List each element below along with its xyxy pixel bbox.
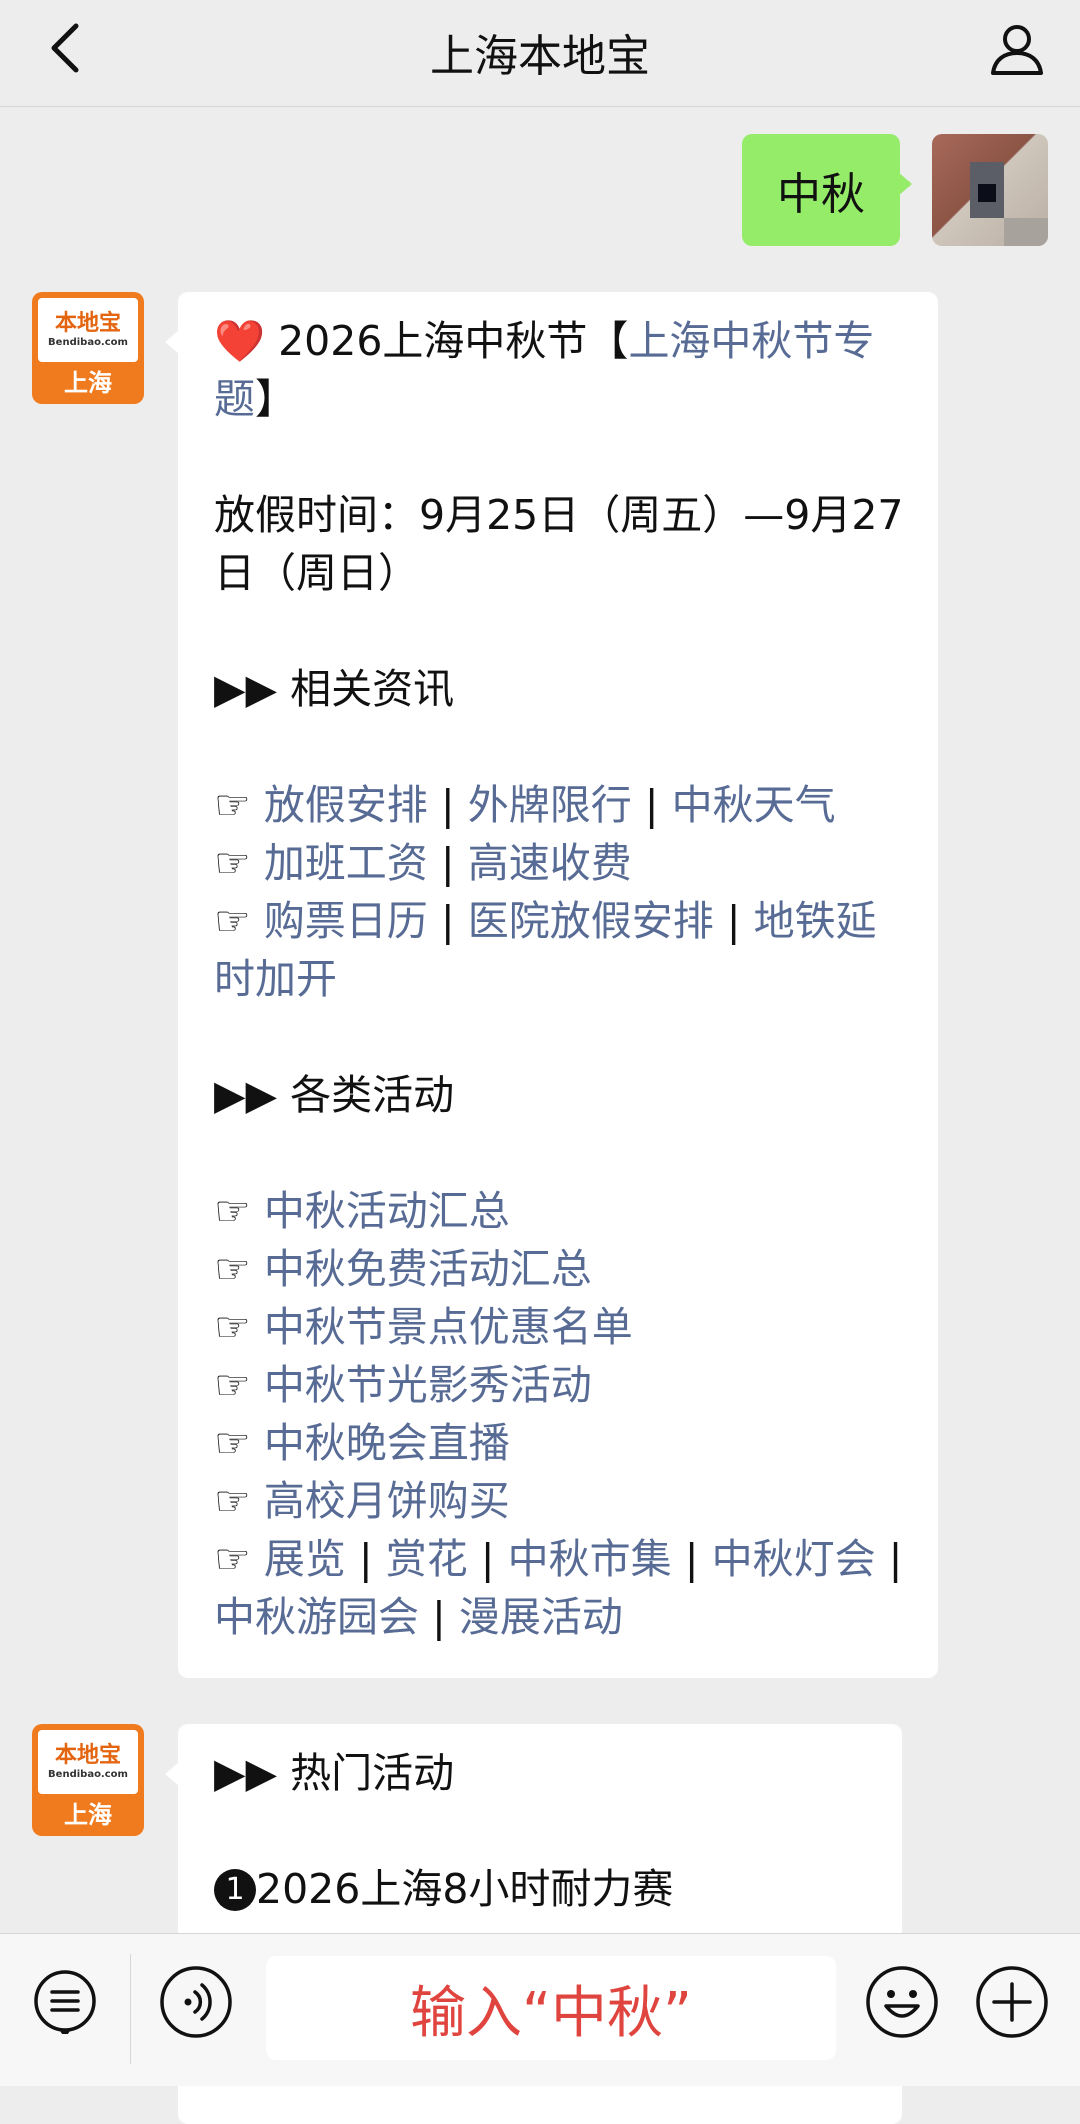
outgoing-message[interactable]: 中秋 <box>742 134 912 246</box>
activity-row: ☞ 展览 | 赏花 | 中秋市集 | 中秋灯会 | 中秋游园会 | 漫展活动 <box>214 1530 912 1646</box>
person-icon <box>991 25 1043 75</box>
pointer-icon: ☞ <box>214 1187 251 1235</box>
bot-brand: 本地宝 <box>54 311 121 336</box>
section-heading: ▶▶ 相关资讯 <box>214 665 455 713</box>
avatar-pixel <box>978 184 996 202</box>
activity-link[interactable]: 中秋灯会 <box>712 1535 876 1583</box>
pointer-icon: ☞ <box>214 1303 251 1351</box>
hot-activity-item[interactable]: 1 2026上海8小时耐力赛 <box>214 1860 876 1918</box>
avatar-pixel <box>1004 218 1048 246</box>
activity-link[interactable]: 中秋免费活动汇总 <box>264 1245 592 1293</box>
voice-button[interactable] <box>158 1964 234 2040</box>
separator: | <box>888 1535 903 1583</box>
plus-icon <box>976 1966 1048 2038</box>
top-bar: 上海本地宝 <box>0 0 1080 107</box>
info-link[interactable]: 放假安排 <box>264 781 428 829</box>
activity-link[interactable]: 中秋市集 <box>508 1535 672 1583</box>
activity-link[interactable]: 中秋游园会 <box>214 1593 419 1641</box>
info-link[interactable]: 外牌限行 <box>468 781 632 829</box>
pointer-icon: ☞ <box>214 897 251 945</box>
activity-row: ☞ 中秋节景点优惠名单 <box>214 1298 912 1356</box>
pointer-icon: ☞ <box>214 1245 251 1293</box>
separator: | <box>644 781 659 829</box>
bot-avatar[interactable]: 本地宝 Bendibao.com 上海 <box>32 292 144 404</box>
holiday-text: 放假时间：9月25日（周五）—9月27日（周日） <box>214 491 904 597</box>
separator: | <box>440 897 455 945</box>
info-link[interactable]: 加班工资 <box>264 839 428 887</box>
bot-city: 上海 <box>64 369 112 397</box>
pointer-icon: ☞ <box>214 781 251 829</box>
pointer-icon: ☞ <box>214 839 251 887</box>
bot-domain: Bendibao.com <box>48 337 128 348</box>
section-heading: ▶▶ 热门活动 <box>214 1749 455 1797</box>
bot-avatar[interactable]: 本地宝 Bendibao.com 上海 <box>32 1724 144 1836</box>
info-link[interactable]: 购票日历 <box>264 897 428 945</box>
activity-link[interactable]: 中秋节光影秀活动 <box>264 1361 592 1409</box>
separator: | <box>684 1535 699 1583</box>
separator: | <box>726 897 741 945</box>
activity-link[interactable]: 漫展活动 <box>459 1593 623 1641</box>
pointer-icon: ☞ <box>214 1419 251 1467</box>
heading-prefix: ❤️ 2026上海中秋节【 <box>214 317 629 365</box>
separator: | <box>480 1535 495 1583</box>
activity-link[interactable]: 中秋活动汇总 <box>264 1187 510 1235</box>
separator: | <box>358 1535 373 1583</box>
message-input[interactable]: 输入“中秋” <box>266 1956 836 2060</box>
menu-button[interactable] <box>32 1968 98 2038</box>
pointer-icon: ☞ <box>214 1361 251 1409</box>
more-button[interactable] <box>974 1964 1050 2040</box>
outgoing-message-text: 中秋 <box>777 169 865 220</box>
pointer-icon: ☞ <box>214 1477 251 1525</box>
emoji-button[interactable] <box>864 1964 940 2040</box>
profile-button[interactable] <box>982 14 1052 84</box>
separator: | <box>440 839 455 887</box>
message-heading: ❤️ 2026上海中秋节【上海中秋节专题】 <box>214 312 912 428</box>
message-input-text: 输入“中秋” <box>409 1980 693 2046</box>
bot-city: 上海 <box>64 1801 112 1829</box>
info-link[interactable]: 高速收费 <box>468 839 632 887</box>
activity-row: ☞ 中秋晚会直播 <box>214 1414 912 1472</box>
emoji-icon <box>866 1966 938 2038</box>
activity-link[interactable]: 赏花 <box>386 1535 468 1583</box>
info-link[interactable]: 医院放假安排 <box>468 897 714 945</box>
separator: | <box>440 781 455 829</box>
pointer-icon: ☞ <box>214 1535 251 1583</box>
bot-brand: 本地宝 <box>54 1743 121 1768</box>
toolbar-divider <box>130 1954 131 2064</box>
info-row: ☞ 加班工资 | 高速收费 <box>214 834 912 892</box>
activity-row: ☞ 中秋活动汇总 <box>214 1182 912 1240</box>
bot-logo: 本地宝 Bendibao.com <box>38 298 138 362</box>
activity-row: ☞ 高校月饼购买 <box>214 1472 912 1530</box>
info-row: ☞ 放假安排 | 外牌限行 | 中秋天气 <box>214 776 912 834</box>
info-link[interactable]: 中秋天气 <box>672 781 836 829</box>
heading-suffix: 】 <box>255 375 296 423</box>
input-toolbar: 输入“中秋” <box>0 1933 1080 2086</box>
menu-list-icon <box>34 1970 96 2038</box>
section-heading: ▶▶ 各类活动 <box>214 1071 455 1119</box>
page-title: 上海本地宝 <box>430 31 650 82</box>
separator: | <box>432 1593 446 1641</box>
number-badge: 1 <box>214 1869 256 1911</box>
voice-icon <box>160 1966 232 2038</box>
activity-link[interactable]: 展览 <box>264 1535 346 1583</box>
activity-link[interactable]: 中秋晚会直播 <box>264 1419 510 1467</box>
activity-link[interactable]: 中秋节景点优惠名单 <box>264 1303 633 1351</box>
hot-activity-text: 2026上海8小时耐力赛 <box>256 1865 674 1913</box>
activity-link[interactable]: 高校月饼购买 <box>264 1477 510 1525</box>
activity-row: ☞ 中秋免费活动汇总 <box>214 1240 912 1298</box>
incoming-message: ❤️ 2026上海中秋节【上海中秋节专题】 放假时间：9月25日（周五）—9月2… <box>165 292 938 1678</box>
info-row: ☞ 购票日历 | 医院放假安排 | 地铁延时加开 <box>214 892 912 1008</box>
user-avatar[interactable] <box>932 134 1048 246</box>
bot-domain: Bendibao.com <box>48 1769 128 1780</box>
activity-row: ☞ 中秋节光影秀活动 <box>214 1356 912 1414</box>
bot-logo: 本地宝 Bendibao.com <box>38 1730 138 1794</box>
